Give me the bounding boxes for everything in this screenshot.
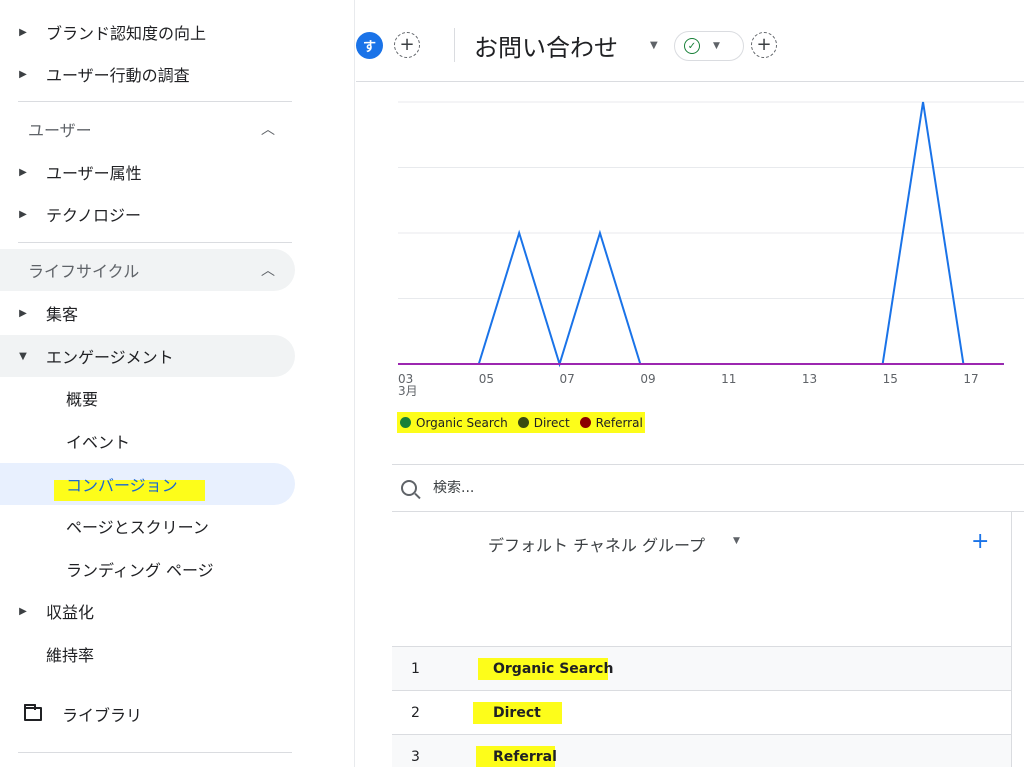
sidebar-item-monetization[interactable]: ▶ 収益化 xyxy=(0,590,94,632)
sidebar-item-label: 維持率 xyxy=(46,646,95,665)
sidebar-item-label: ブランド認知度の向上 xyxy=(46,24,207,43)
section-label: ライフサイクル xyxy=(28,262,140,281)
page-title[interactable]: お問い合わせ xyxy=(474,28,618,63)
line-chart: 03 05 07 09 11 13 15 17 3月 xyxy=(356,84,1024,444)
section-lifecycle[interactable]: ライフサイクル ︿ xyxy=(0,249,295,291)
sidebar-item-library[interactable]: ライブラリ xyxy=(0,693,142,735)
x-tick-label: 07 xyxy=(560,372,575,386)
row-channel-label: Referral xyxy=(493,748,557,765)
row-channel[interactable]: Referral xyxy=(476,745,557,767)
sidebar-item-acquisition[interactable]: ▶ 集客 xyxy=(0,292,78,334)
caret-down-icon: ▼ xyxy=(19,350,27,362)
avatar[interactable]: す xyxy=(356,32,383,59)
sidebar-subitem-pages-screens[interactable]: ページとスクリーン xyxy=(0,505,295,547)
x-tick-label: 13 xyxy=(802,372,817,386)
legend-dot xyxy=(579,417,591,428)
legend-dot xyxy=(400,417,411,428)
search-input[interactable] xyxy=(433,480,733,496)
sidebar-item-label: 収益化 xyxy=(46,603,95,622)
table-row[interactable]: 1 Organic Search xyxy=(392,646,1012,690)
caret-right-icon: ▶ xyxy=(19,26,27,38)
sidebar-item-label: テクノロジー xyxy=(46,206,142,225)
sidebar-subitem-overview[interactable]: 概要 xyxy=(0,377,295,419)
caret-down-icon: ▼ xyxy=(713,41,720,51)
sidebar-item-technology[interactable]: ▶ テクノロジー xyxy=(0,193,141,235)
table-row[interactable]: 3 Referral xyxy=(392,734,1012,767)
check-circle-icon: ✓ xyxy=(684,38,700,54)
row-channel[interactable]: Organic Search xyxy=(478,657,614,680)
sidebar-item-label: ユーザー属性 xyxy=(46,164,142,183)
sidebar-subitem-label: ランディング ページ xyxy=(66,561,214,580)
section-label: ユーザー xyxy=(28,121,92,140)
sidebar-item-engagement[interactable]: ▼ エンゲージメント xyxy=(0,335,295,377)
sidebar-item-label: 集客 xyxy=(46,305,79,324)
divider xyxy=(18,101,292,102)
divider xyxy=(18,752,292,753)
sidebar-subitem-events[interactable]: イベント xyxy=(0,420,295,462)
legend-dot xyxy=(517,417,529,428)
sidebar: ▶ ブランド認知度の向上 ▶ ユーザー行動の調査 ユーザー ︿ ▶ ユーザー属性… xyxy=(0,0,355,767)
row-channel-label: Direct xyxy=(493,704,541,721)
chevron-up-icon: ︿ xyxy=(261,263,275,279)
plus-icon: + xyxy=(399,34,415,55)
sidebar-item-label: ライブラリ xyxy=(62,706,143,725)
row-index: 3 xyxy=(411,748,420,765)
plus-icon: + xyxy=(756,34,772,55)
legend-item-organic-search[interactable]: Organic Search xyxy=(398,416,508,430)
status-dropdown[interactable]: ✓ ▼ xyxy=(674,31,744,61)
divider xyxy=(18,242,292,243)
row-index: 1 xyxy=(411,660,420,677)
sidebar-item-retention[interactable]: 維持率 xyxy=(0,633,94,675)
search-icon xyxy=(401,480,417,496)
table-search xyxy=(392,464,1024,512)
table-header: デフォルト チャネル グループ ▼ + xyxy=(392,512,1012,646)
add-comparison-button[interactable]: + xyxy=(394,32,420,58)
sidebar-item-brand-awareness[interactable]: ▶ ブランド認知度の向上 xyxy=(0,11,206,53)
legend-label: Referral xyxy=(595,415,643,430)
sidebar-item-label: ユーザー行動の調査 xyxy=(46,66,190,85)
x-tick-label: 09 xyxy=(640,372,655,386)
x-month-label: 3月 xyxy=(398,384,418,398)
caret-right-icon: ▶ xyxy=(19,307,27,319)
sidebar-item-demographics[interactable]: ▶ ユーザー属性 xyxy=(0,151,142,193)
chart-legend: Organic Search Direct Referral xyxy=(397,412,645,433)
chart-svg: 03 05 07 09 11 13 15 173月 xyxy=(398,101,1024,398)
x-tick-label: 05 xyxy=(479,372,494,386)
table-row[interactable]: 2 Direct xyxy=(392,690,1012,734)
section-user[interactable]: ユーザー ︿ xyxy=(0,108,295,150)
caret-right-icon: ▶ xyxy=(19,166,27,178)
row-channel[interactable]: Direct xyxy=(473,701,562,724)
sidebar-subitem-label: ページとスクリーン xyxy=(66,518,209,537)
sidebar-item-label: エンゲージメント xyxy=(46,348,174,367)
chevron-up-icon: ︿ xyxy=(261,122,275,138)
divider xyxy=(454,28,455,62)
legend-item-direct[interactable]: Direct xyxy=(516,416,570,430)
caret-right-icon: ▶ xyxy=(19,68,27,80)
legend-label: Organic Search xyxy=(416,415,508,430)
sidebar-item-user-behavior[interactable]: ▶ ユーザー行動の調査 xyxy=(0,53,190,95)
caret-right-icon: ▶ xyxy=(19,208,27,220)
add-dimension-button[interactable]: + xyxy=(971,529,989,554)
dimension-header[interactable]: デフォルト チャネル グループ xyxy=(488,532,705,556)
report-header: す + お問い合わせ ▼ ✓ ▼ + xyxy=(356,8,1024,82)
legend-item-referral[interactable]: Referral xyxy=(578,416,643,430)
sidebar-subitem-label: コンバージョン xyxy=(66,476,178,495)
x-tick-label: 17 xyxy=(963,372,978,386)
caret-right-icon: ▶ xyxy=(19,605,27,617)
x-tick-label: 11 xyxy=(721,372,736,386)
x-tick-label: 15 xyxy=(883,372,898,386)
sidebar-subitem-landing-page[interactable]: ランディング ページ xyxy=(0,548,295,590)
sidebar-subitem-label: イベント xyxy=(66,433,131,452)
add-filter-button[interactable]: + xyxy=(751,32,777,58)
legend-label: Direct xyxy=(533,415,570,430)
caret-down-icon[interactable]: ▼ xyxy=(650,40,658,51)
folder-icon xyxy=(24,704,42,721)
sidebar-subitem-label: 概要 xyxy=(66,390,99,409)
row-channel-label: Organic Search xyxy=(493,660,614,677)
caret-down-icon[interactable]: ▼ xyxy=(733,536,740,546)
